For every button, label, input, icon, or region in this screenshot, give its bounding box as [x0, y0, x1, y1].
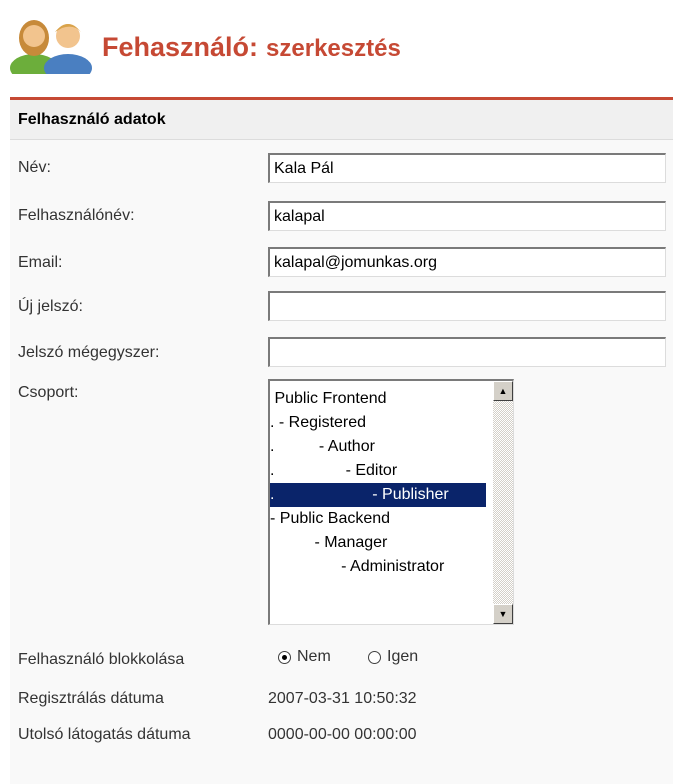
page-title: Fehasználó: szerkesztés	[102, 32, 401, 62]
group-label: Csoport:	[18, 384, 79, 401]
registered-value: 2007-03-31 10:50:32	[268, 690, 417, 707]
registered-label: Regisztrálás dátuma	[18, 690, 164, 707]
group-option-selected[interactable]: . - Publisher	[270, 483, 486, 507]
username-label: Felhasználónév:	[18, 207, 135, 224]
new-password-input[interactable]	[268, 291, 666, 321]
section-title: Felhasználó adatok	[10, 100, 673, 140]
scroll-down-icon[interactable]: ▼	[493, 604, 513, 624]
name-input[interactable]	[268, 153, 666, 183]
username-input[interactable]	[268, 201, 666, 231]
last-visit-value: 0000-00-00 00:00:00	[268, 726, 417, 743]
email-label: Email:	[18, 254, 63, 271]
password-again-label: Jelszó mégegyszer:	[18, 344, 160, 361]
group-option[interactable]: . - Author	[270, 435, 486, 459]
email-input[interactable]	[268, 247, 666, 277]
block-yes-radio[interactable]: Igen	[368, 648, 418, 666]
name-label: Név:	[18, 159, 51, 176]
scroll-up-icon[interactable]: ▲	[493, 381, 513, 401]
block-no-radio[interactable]: Nem	[278, 648, 331, 666]
group-options: Public Frontend . - Registered . - Autho…	[270, 387, 486, 579]
group-option[interactable]: - Manager	[270, 531, 486, 555]
group-scrollbar[interactable]: ▲ ▼	[493, 381, 513, 624]
group-option[interactable]: . - Editor	[270, 459, 486, 483]
group-option[interactable]: Public Frontend	[270, 387, 486, 411]
password-again-input[interactable]	[268, 337, 666, 367]
user-details-panel: Felhasználó adatok Név: Felhasználónév: …	[10, 97, 673, 784]
group-option[interactable]: - Public Backend	[270, 507, 486, 531]
group-listbox[interactable]: Public Frontend . - Registered . - Autho…	[268, 379, 514, 625]
radio-checked-icon[interactable]	[278, 650, 291, 664]
last-visit-label: Utolsó látogatás dátuma	[18, 726, 191, 743]
block-label: Felhasználó blokkolása	[18, 651, 185, 668]
page-header: Fehasználó: szerkesztés	[6, 12, 666, 74]
group-option[interactable]: . - Registered	[270, 411, 486, 435]
group-option[interactable]: - Administrator	[270, 555, 486, 579]
radio-unchecked-icon[interactable]	[368, 650, 381, 664]
new-password-label: Új jelszó:	[18, 298, 83, 315]
users-icon	[10, 20, 92, 74]
